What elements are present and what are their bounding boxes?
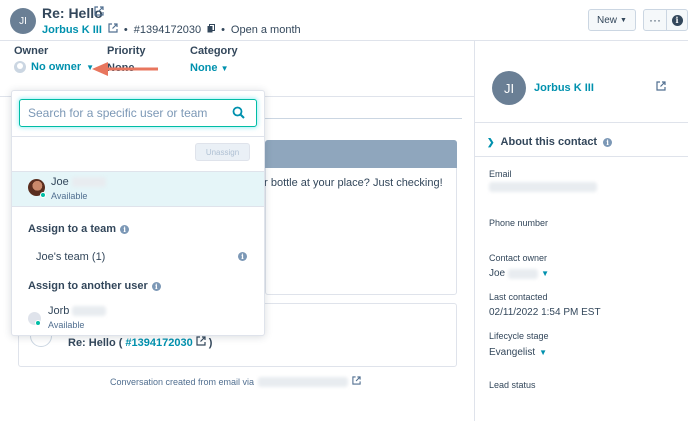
phone-label: Phone number — [489, 218, 549, 228]
conversation-created-text: Conversation created from email via — [110, 376, 255, 387]
lifecycle-value: Evangelist — [489, 347, 536, 358]
other-user-option[interactable]: Jorb — [48, 305, 107, 317]
ticket-meta: Jorbus K III • #1394172030 • Open a mont… — [42, 23, 301, 36]
redacted-email — [489, 182, 597, 192]
unassign-button[interactable]: Unassign — [195, 143, 250, 161]
last-contacted-label: Last contacted — [489, 292, 548, 302]
contact-owner-select[interactable]: Joe ▼ — [489, 268, 549, 279]
priority-label: Priority — [107, 45, 146, 57]
category-value: None — [190, 62, 218, 74]
info-icon[interactable]: i — [120, 224, 130, 234]
info-icon: i — [671, 14, 683, 26]
lifecycle-label: Lifecycle stage — [489, 331, 549, 341]
new-button-label: New — [597, 14, 618, 26]
chevron-down-icon: ▼ — [539, 348, 548, 357]
tab-underline — [265, 118, 462, 119]
redacted-surname — [508, 268, 539, 279]
redacted-surname — [72, 306, 107, 316]
search-icon[interactable] — [232, 106, 245, 122]
new-button[interactable]: New ▼ — [588, 9, 636, 31]
user-name: Joe — [51, 176, 69, 188]
info-button[interactable]: i — [666, 9, 688, 31]
category-label: Category — [190, 45, 238, 57]
chevron-down-icon: ▼ — [620, 16, 627, 24]
section-title: About this contact — [500, 136, 598, 148]
available-status-dot — [35, 320, 41, 326]
panel-section-divider — [475, 122, 688, 123]
info-icon[interactable]: i — [238, 252, 247, 261]
user-name: Jorb — [48, 305, 70, 317]
owner-value: No owner — [31, 61, 82, 73]
contact-link[interactable]: Jorbus K III — [42, 24, 102, 36]
thread-title: Re: Hello ( #1394172030 ) — [68, 336, 212, 349]
external-link-icon[interactable] — [108, 23, 118, 36]
thread-id-link[interactable]: #1394172030 — [125, 337, 192, 349]
user-search-field[interactable] — [19, 99, 257, 127]
separator: • — [221, 23, 225, 36]
chevron-down-icon: ❯ — [487, 136, 495, 147]
ticket-status: Open a month — [230, 23, 301, 36]
info-icon[interactable]: i — [603, 137, 613, 147]
team-heading-text: Assign to a team — [28, 223, 117, 235]
copy-icon[interactable] — [207, 23, 216, 36]
more-actions-button[interactable]: ··· — [643, 9, 667, 31]
conversation-created-note: Conversation created from email via — [110, 376, 361, 387]
panel-divider — [474, 41, 475, 421]
contact-avatar: JI — [492, 71, 526, 105]
info-icon[interactable]: i — [151, 281, 161, 291]
contact-owner-value: Joe — [489, 268, 506, 279]
about-contact-toggle[interactable]: ❯ About this contact i — [487, 136, 613, 148]
external-link-icon[interactable] — [352, 376, 361, 387]
lifecycle-select[interactable]: Evangelist ▼ — [489, 347, 547, 358]
last-contacted-value: 02/11/2022 1:54 PM EST — [489, 307, 601, 318]
contact-owner-label: Contact owner — [489, 253, 548, 263]
user-status: Available — [48, 320, 85, 330]
redacted-email — [258, 376, 349, 387]
annotation-arrow-icon — [92, 62, 158, 76]
user-icon — [14, 61, 26, 73]
separator: • — [123, 23, 128, 36]
chevron-down-icon: ▼ — [541, 269, 550, 278]
ticket-id: #1394172030 — [133, 23, 202, 36]
dropdown-divider — [12, 136, 264, 137]
available-status-dot — [40, 192, 46, 198]
ticket-avatar: JI — [10, 8, 36, 34]
user-search-input[interactable] — [28, 106, 218, 120]
another-user-section-heading: Assign to another user i — [28, 280, 161, 292]
user-status: Available — [51, 191, 88, 201]
external-link-icon[interactable] — [196, 336, 206, 349]
chevron-down-icon: ▼ — [220, 64, 229, 73]
panel-section-divider — [475, 156, 688, 157]
team-option[interactable]: Joe's team (1) — [36, 251, 105, 263]
thread-title-text: Re: Hello ( — [68, 336, 123, 349]
thread-title-close: ) — [208, 336, 213, 349]
team-section-heading: Assign to a team i — [28, 223, 130, 235]
selected-user-name: Joe — [51, 176, 106, 188]
external-link-icon[interactable] — [656, 81, 666, 94]
owner-label: Owner — [14, 45, 49, 57]
category-select[interactable]: None ▼ — [190, 62, 228, 74]
owner-select[interactable]: No owner ▼ — [14, 61, 94, 73]
email-label: Email — [489, 169, 512, 179]
another-heading-text: Assign to another user — [28, 280, 148, 292]
header-divider — [0, 40, 688, 41]
message-card-header — [265, 140, 457, 168]
external-link-icon[interactable] — [94, 6, 104, 19]
contact-name-link[interactable]: Jorbus K III — [534, 82, 594, 94]
lead-status-label: Lead status — [489, 380, 536, 390]
message-text: er bottle at your place? Just checking! — [258, 177, 443, 189]
selected-user-row[interactable] — [12, 171, 264, 207]
redacted-surname — [71, 177, 106, 187]
